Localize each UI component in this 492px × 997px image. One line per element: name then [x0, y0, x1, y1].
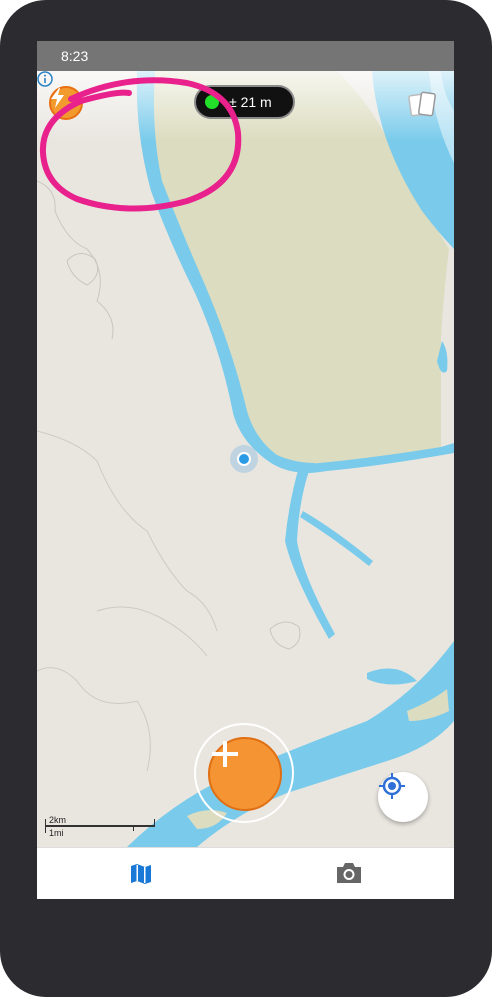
scale-mi-label: 1mi: [49, 828, 64, 838]
add-button[interactable]: [208, 737, 282, 811]
status-bar: 8:23: [37, 41, 454, 71]
plus-icon: [212, 741, 238, 767]
app-screen: 8:23 ± 21 m 2km 1mi: [37, 41, 454, 899]
map-view[interactable]: ± 21 m 2km 1mi: [37, 71, 454, 847]
locate-me-button[interactable]: [378, 772, 428, 822]
camera-icon[interactable]: [335, 861, 363, 885]
scale-tick: [154, 819, 155, 827]
layers-button[interactable]: [406, 87, 440, 121]
current-location-marker: [230, 445, 258, 473]
info-icon[interactable]: [37, 71, 53, 87]
scale-tick: [133, 825, 134, 831]
map-scale-bar: 2km 1mi: [45, 815, 157, 839]
layers-icon: [408, 91, 436, 117]
map-icon[interactable]: [129, 862, 153, 886]
scale-tick: [45, 819, 46, 833]
current-location-dot: [237, 452, 251, 466]
highlight-annotation: [39, 77, 242, 212]
bottom-navigation: [37, 847, 454, 899]
scale-km-label: 2km: [49, 815, 67, 825]
phone-frame: 8:23 ± 21 m 2km 1mi: [0, 0, 492, 997]
status-time: 8:23: [61, 48, 89, 64]
crosshair-locate-icon: [379, 773, 405, 799]
scale-line: [45, 825, 155, 827]
